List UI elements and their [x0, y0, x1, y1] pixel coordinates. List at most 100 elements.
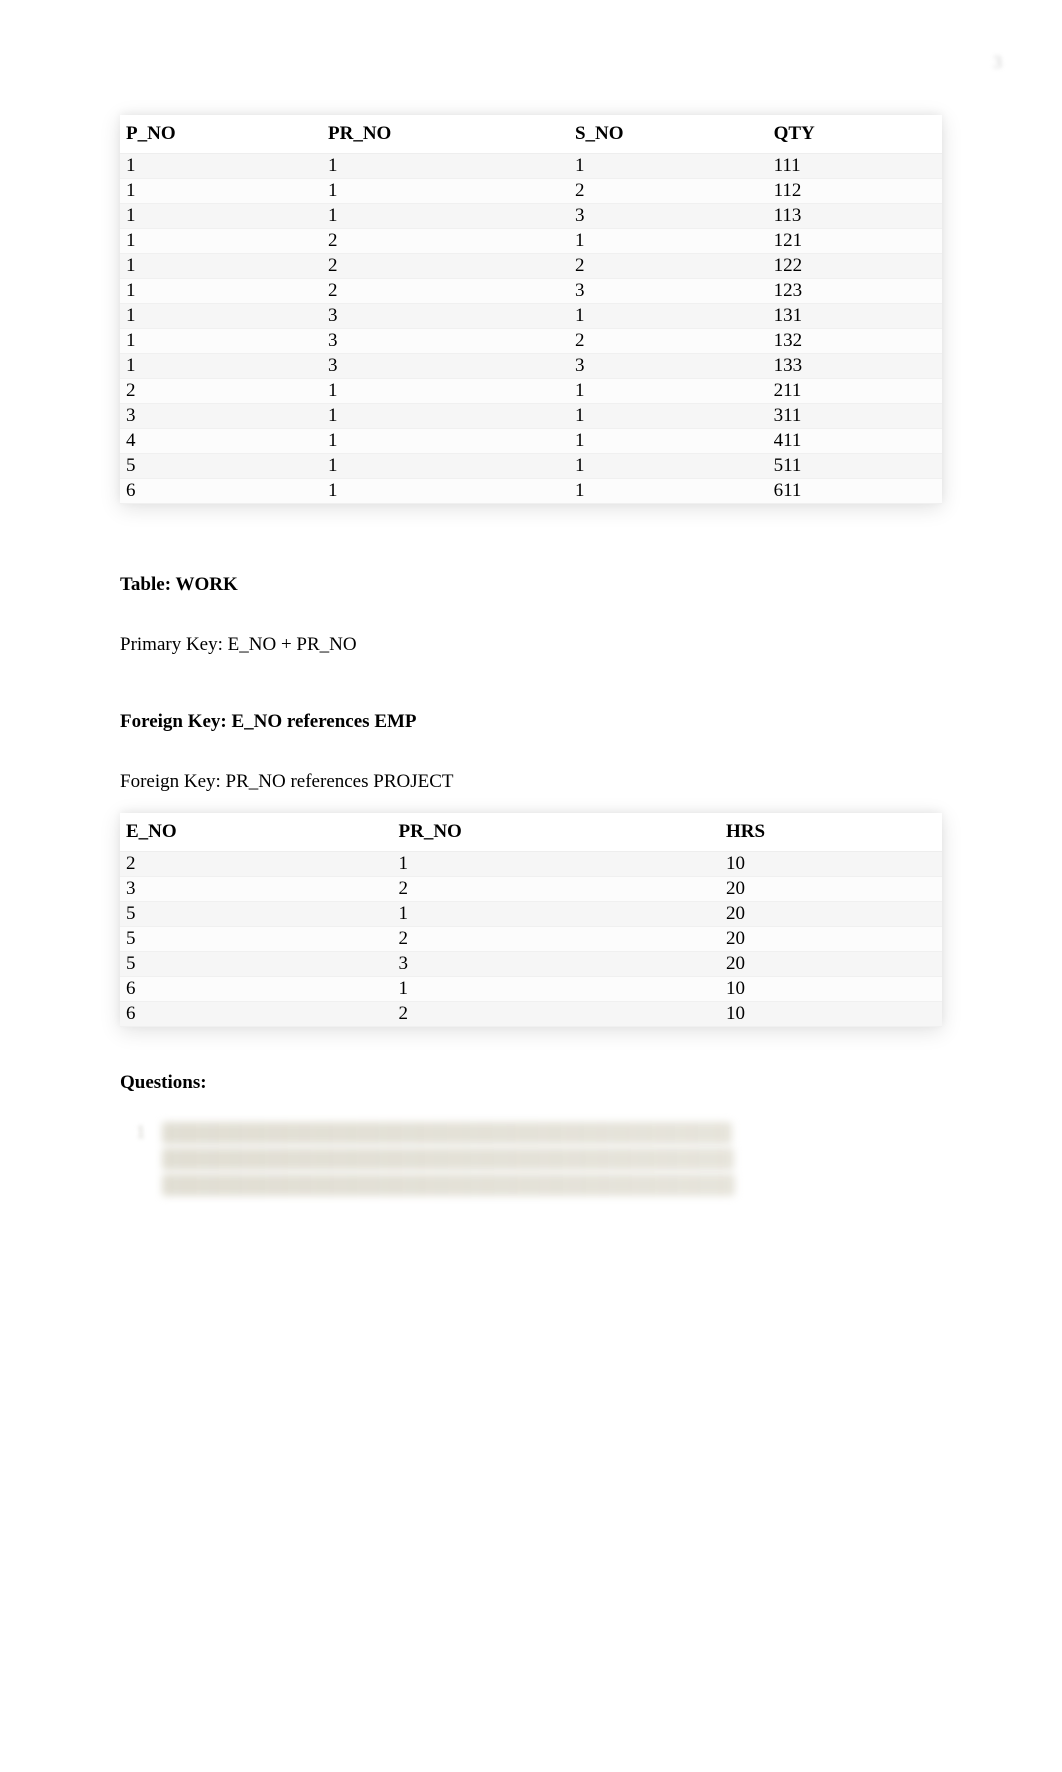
cell: 3 — [569, 354, 768, 379]
cell: 20 — [720, 877, 942, 902]
cell: 1 — [322, 404, 569, 429]
table-row: 111111 — [120, 154, 942, 179]
cell: 122 — [768, 254, 942, 279]
table-row: 112112 — [120, 179, 942, 204]
cell: 1 — [569, 229, 768, 254]
cell: 1 — [322, 429, 569, 454]
table2-header-row: E_NO PR_NO HRS — [120, 813, 942, 852]
table-work-title: Table: WORK — [120, 574, 942, 596]
table-row: 611611 — [120, 479, 942, 504]
cell: 5 — [120, 952, 393, 977]
table2-body: 2110 3220 5120 5220 5320 6110 6210 — [120, 852, 942, 1027]
cell: 1 — [569, 454, 768, 479]
work-foreign-key-emp: Foreign Key: E_NO references EMP — [120, 711, 942, 733]
cell: 1 — [569, 154, 768, 179]
table1-header-sno: S_NO — [569, 115, 768, 154]
cell: 3 — [120, 877, 393, 902]
table2-header-eno: E_NO — [120, 813, 393, 852]
table-row: 121121 — [120, 229, 942, 254]
cell: 1 — [120, 354, 322, 379]
cell: 1 — [322, 179, 569, 204]
cell: 6 — [120, 977, 393, 1002]
cell: 1 — [393, 902, 720, 927]
table1-container: P_NO PR_NO S_NO QTY 111111 112112 113113… — [120, 115, 942, 504]
cell: 1 — [393, 977, 720, 1002]
table2-container: E_NO PR_NO HRS 2110 3220 5120 5220 5320 … — [120, 813, 942, 1027]
table-row: 2110 — [120, 852, 942, 877]
cell: 611 — [768, 479, 942, 504]
cell: 133 — [768, 354, 942, 379]
table-row: 6110 — [120, 977, 942, 1002]
cell: 3 — [569, 204, 768, 229]
cell: 2 — [393, 927, 720, 952]
cell: 131 — [768, 304, 942, 329]
table-row: 133133 — [120, 354, 942, 379]
cell: 3 — [322, 304, 569, 329]
cell: 2 — [120, 852, 393, 877]
cell: 10 — [720, 852, 942, 877]
cell: 113 — [768, 204, 942, 229]
table-row: 113113 — [120, 204, 942, 229]
cell: 3 — [322, 354, 569, 379]
cell: 1 — [120, 304, 322, 329]
cell: 2 — [120, 379, 322, 404]
cell: 1 — [322, 379, 569, 404]
cell: 1 — [393, 852, 720, 877]
cell: 132 — [768, 329, 942, 354]
cell: 1 — [120, 179, 322, 204]
cell: 3 — [393, 952, 720, 977]
table-row: 132132 — [120, 329, 942, 354]
cell: 1 — [569, 479, 768, 504]
table1-header-row: P_NO PR_NO S_NO QTY — [120, 115, 942, 154]
table1: P_NO PR_NO S_NO QTY 111111 112112 113113… — [120, 115, 942, 504]
cell: 111 — [768, 154, 942, 179]
table-row: 5120 — [120, 902, 942, 927]
cell: 1 — [120, 279, 322, 304]
table1-body: 111111 112112 113113 121121 122122 12312… — [120, 154, 942, 504]
cell: 1 — [120, 154, 322, 179]
cell: 1 — [120, 329, 322, 354]
table-row: 511511 — [120, 454, 942, 479]
cell: 10 — [720, 977, 942, 1002]
cell: 20 — [720, 952, 942, 977]
cell: 4 — [120, 429, 322, 454]
cell: 1 — [569, 304, 768, 329]
blurred-question-number: 1 — [136, 1122, 146, 1144]
table-row: 311311 — [120, 404, 942, 429]
blurred-question-1: 1 — [138, 1122, 942, 1196]
table1-header-prno: PR_NO — [322, 115, 569, 154]
questions-heading: Questions: — [120, 1072, 942, 1094]
cell: 6 — [120, 479, 322, 504]
table-row: 411411 — [120, 429, 942, 454]
cell: 121 — [768, 229, 942, 254]
table-row: 131131 — [120, 304, 942, 329]
cell: 3 — [569, 279, 768, 304]
cell: 1 — [569, 429, 768, 454]
cell: 1 — [120, 204, 322, 229]
blurred-text-line — [162, 1174, 735, 1196]
cell: 2 — [322, 279, 569, 304]
cell: 2 — [322, 254, 569, 279]
blurred-text-line — [162, 1148, 734, 1170]
table-row: 123123 — [120, 279, 942, 304]
cell: 1 — [569, 379, 768, 404]
table2-header-hrs: HRS — [720, 813, 942, 852]
table-row: 6210 — [120, 1002, 942, 1027]
cell: 112 — [768, 179, 942, 204]
cell: 123 — [768, 279, 942, 304]
table-row: 122122 — [120, 254, 942, 279]
table-row: 3220 — [120, 877, 942, 902]
cell: 20 — [720, 902, 942, 927]
cell: 1 — [120, 229, 322, 254]
table2: E_NO PR_NO HRS 2110 3220 5120 5220 5320 … — [120, 813, 942, 1027]
cell: 1 — [322, 154, 569, 179]
cell: 1 — [569, 404, 768, 429]
cell: 1 — [120, 254, 322, 279]
cell: 5 — [120, 927, 393, 952]
cell: 20 — [720, 927, 942, 952]
cell: 3 — [322, 329, 569, 354]
cell: 511 — [768, 454, 942, 479]
cell: 6 — [120, 1002, 393, 1027]
cell: 10 — [720, 1002, 942, 1027]
cell: 2 — [322, 229, 569, 254]
